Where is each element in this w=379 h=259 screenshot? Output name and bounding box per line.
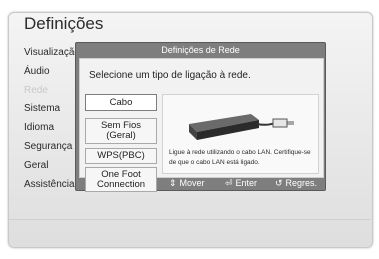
hint-move-label: Mover bbox=[179, 178, 205, 188]
return-icon: ↺ bbox=[275, 178, 283, 188]
hint-enter: ⏎ Enter bbox=[225, 176, 257, 190]
connection-illustration-panel: Ligue à rede utilizando o cabo LAN. Cert… bbox=[162, 94, 319, 174]
hint-move: ⇕ Mover bbox=[169, 176, 205, 190]
lan-cable-device-icon bbox=[189, 114, 294, 140]
dialog-body: Selecione um tipo de ligação à rede. Cab… bbox=[79, 58, 324, 192]
dialog-title: Definições de Rede bbox=[161, 45, 240, 55]
option-sem-fios[interactable]: Sem Fios (Geral) bbox=[85, 118, 157, 144]
updown-arrows-icon: ⇕ bbox=[169, 178, 177, 188]
option-wps-label: WPS(PBC) bbox=[97, 150, 145, 161]
option-description: Ligue à rede utilizando o cabo LAN. Cert… bbox=[169, 149, 311, 166]
network-settings-dialog: Definições de Rede Selecione um tipo de … bbox=[75, 42, 326, 192]
footer-divider bbox=[9, 219, 370, 220]
option-sem-fios-label: Sem Fios (Geral) bbox=[100, 120, 142, 141]
option-cabo-label: Cabo bbox=[109, 96, 133, 108]
hint-back-label: Regres. bbox=[285, 178, 318, 188]
hint-back: ↺ Regres. bbox=[275, 176, 317, 190]
hint-enter-label: Enter bbox=[235, 178, 258, 188]
option-cabo[interactable]: Cabo bbox=[85, 94, 157, 111]
page-title: Definições bbox=[24, 14, 104, 33]
dialog-subtitle: Selecione um tipo de ligação à rede. bbox=[89, 70, 251, 81]
option-wps[interactable]: WPS(PBC) bbox=[85, 148, 157, 164]
enter-icon: ⏎ bbox=[225, 178, 233, 188]
dialog-hint-bar: ⇕ Mover ⏎ Enter ↺ Regres. bbox=[76, 176, 325, 190]
